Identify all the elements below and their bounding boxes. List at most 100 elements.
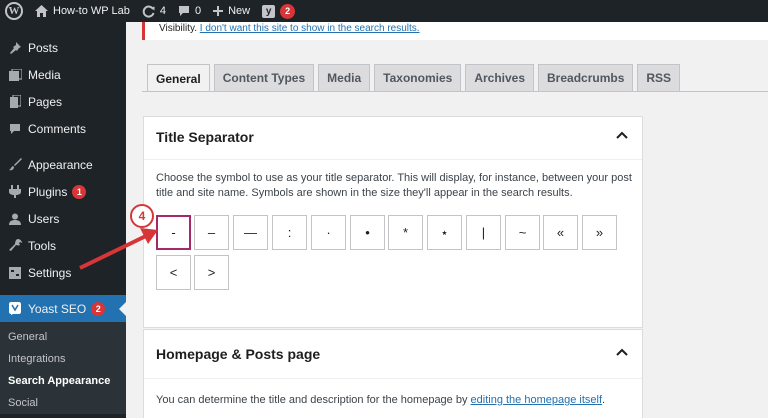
home-icon xyxy=(35,5,48,17)
separator-option-asterisk[interactable]: * xyxy=(388,215,423,250)
sidebar-item-posts[interactable]: Posts xyxy=(0,34,126,61)
homepage-posts-card: Homepage & Posts page You can determine … xyxy=(143,329,643,418)
sidebar-item-label: Yoast SEO xyxy=(28,301,87,316)
title-separator-card: Title Separator Choose the symbol to use… xyxy=(143,116,643,328)
sidebar-item-pages[interactable]: Pages xyxy=(0,88,126,115)
yoast-adminbar-menu[interactable]: y 2 xyxy=(256,0,301,22)
sidebar-item-tools[interactable]: Tools xyxy=(0,232,126,259)
sidebar-item-label: Pages xyxy=(28,94,63,109)
chevron-up-icon xyxy=(616,348,628,356)
desc-prefix: You can determine the title and descript… xyxy=(156,394,471,406)
menu-separator xyxy=(0,286,126,295)
search-visibility-notice: Visibility. I don't want this site to sh… xyxy=(142,22,768,40)
separator-option-middot[interactable]: · xyxy=(311,215,346,250)
card-divider xyxy=(144,378,642,379)
tab-general[interactable]: General xyxy=(147,64,210,92)
sidebar-item-label: Media xyxy=(28,67,61,82)
separator-option-bullet[interactable]: • xyxy=(350,215,385,250)
sidebar-item-users[interactable]: Users xyxy=(0,205,126,232)
wordpress-logo-icon: W xyxy=(5,2,23,20)
updates-menu[interactable]: 4 xyxy=(136,0,172,22)
card-title: Title Separator xyxy=(156,129,254,145)
plus-icon xyxy=(213,6,224,16)
comment-icon xyxy=(8,122,22,136)
sidebar-item-label: Tools xyxy=(28,238,57,253)
card-divider xyxy=(144,159,642,160)
sidebar-item-label: Settings xyxy=(28,265,72,280)
sidebar-item-label: Posts xyxy=(28,40,59,55)
plugins-update-badge: 1 xyxy=(72,184,87,199)
media-icon xyxy=(8,68,22,82)
user-icon xyxy=(8,212,22,226)
separator-option-greater-than[interactable]: > xyxy=(194,255,229,290)
separator-option-star[interactable]: ⋆ xyxy=(427,215,462,250)
chevron-up-icon xyxy=(616,131,628,139)
tab-taxonomies[interactable]: Taxonomies xyxy=(374,64,462,91)
separator-option-dash[interactable]: - xyxy=(156,215,191,250)
sidebar-item-settings[interactable]: Settings xyxy=(0,259,126,286)
pages-icon xyxy=(8,95,22,109)
yoast-icon xyxy=(8,302,22,316)
sidebar-item-plugins[interactable]: Plugins 1 xyxy=(0,178,126,205)
yoast-icon: y xyxy=(262,4,276,18)
tab-rss[interactable]: RSS xyxy=(637,64,681,91)
comments-count: 0 xyxy=(194,5,202,17)
sidebar-item-label: Users xyxy=(28,211,60,226)
submenu-item-social[interactable]: Social xyxy=(0,392,126,414)
tab-breadcrumbs[interactable]: Breadcrumbs xyxy=(538,64,634,91)
sidebar-item-label: Plugins xyxy=(28,184,68,199)
menu-separator xyxy=(0,142,126,151)
tabs-divider xyxy=(142,91,768,92)
submenu-item-search-appearance[interactable]: Search Appearance xyxy=(0,370,126,392)
main-content: Visibility. I don't want this site to sh… xyxy=(126,22,768,418)
tab-content-types[interactable]: Content Types xyxy=(213,64,315,91)
site-name-menu[interactable]: How-to WP Lab xyxy=(29,0,136,22)
yoast-notification-badge: 2 xyxy=(91,301,106,316)
sidebar-item-media[interactable]: Media xyxy=(0,61,126,88)
submenu-item-integrations[interactable]: Integrations xyxy=(0,348,126,370)
desc-suffix: . xyxy=(602,394,606,406)
separator-option-colon[interactable]: : xyxy=(272,215,307,250)
card-title: Homepage & Posts page xyxy=(156,346,321,362)
sidebar-item-comments[interactable]: Comments xyxy=(0,115,126,142)
separator-option-tilde[interactable]: ~ xyxy=(505,215,540,250)
new-content-menu[interactable]: New xyxy=(207,0,256,22)
notice-link[interactable]: I don't want this site to show in the se… xyxy=(200,23,420,34)
submenu-item-general[interactable]: General xyxy=(0,326,126,348)
sidebar-item-label: Appearance xyxy=(28,157,93,172)
notice-prefix: Visibility. xyxy=(159,23,197,34)
plugin-icon xyxy=(8,185,22,199)
site-name: How-to WP Lab xyxy=(53,5,130,17)
collapse-toggle[interactable] xyxy=(612,342,632,362)
separator-option-en-dash[interactable]: – xyxy=(194,215,229,250)
separator-option-pipe[interactable]: | xyxy=(466,215,501,250)
edit-homepage-link[interactable]: editing the homepage itself xyxy=(471,394,602,406)
card-description: Choose the symbol to use as your title s… xyxy=(156,172,632,199)
separator-option-em-dash[interactable]: — xyxy=(233,215,268,250)
yoast-notification-badge: 2 xyxy=(280,3,296,19)
settings-icon xyxy=(8,266,22,280)
sidebar-item-appearance[interactable]: Appearance xyxy=(0,151,126,178)
updates-count: 4 xyxy=(159,5,166,17)
card-description: You can determine the title and descript… xyxy=(156,393,634,408)
wp-logo-menu[interactable]: W xyxy=(0,0,29,22)
admin-sidebar: Posts Media Pages Comments Appearance Pl… xyxy=(0,22,126,418)
pin-icon xyxy=(8,41,22,55)
tab-archives[interactable]: Archives xyxy=(465,64,535,91)
separator-option-raquo[interactable]: » xyxy=(582,215,617,250)
admin-bar: W How-to WP Lab 4 0 New y 2 xyxy=(0,0,768,22)
sidebar-item-yoast-seo[interactable]: Yoast SEO 2 xyxy=(0,295,126,322)
wrench-icon xyxy=(8,239,22,253)
new-label: New xyxy=(228,5,251,17)
updates-icon xyxy=(142,5,155,17)
sidebar-item-label: Comments xyxy=(28,121,87,136)
collapse-toggle[interactable] xyxy=(612,125,632,145)
notice-text: Visibility. I don't want this site to sh… xyxy=(159,23,420,34)
tab-media[interactable]: Media xyxy=(318,64,371,91)
comment-icon xyxy=(178,6,189,16)
settings-tabs: General Content Types Media Taxonomies A… xyxy=(147,64,684,92)
separator-option-laquo[interactable]: « xyxy=(543,215,578,250)
brush-icon xyxy=(8,158,22,172)
comments-menu[interactable]: 0 xyxy=(172,0,207,22)
separator-option-less-than[interactable]: < xyxy=(156,255,191,290)
